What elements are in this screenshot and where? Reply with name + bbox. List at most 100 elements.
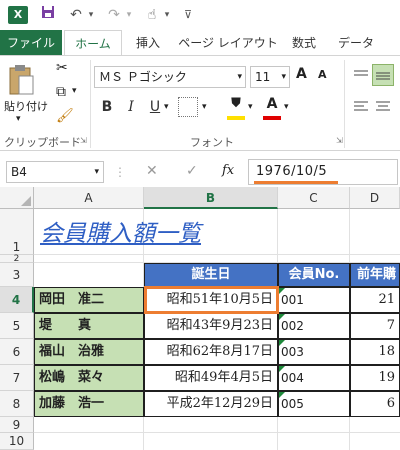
name-box[interactable]: B4 ▾ — [6, 161, 104, 183]
header-member-no[interactable]: 会員No. — [278, 263, 350, 287]
redo-dropdown-icon[interactable]: ▾ — [124, 5, 134, 25]
row-header-4[interactable]: 4 — [0, 287, 34, 313]
tab-file[interactable]: ファイル — [0, 30, 62, 56]
member-no-value: 003 — [281, 345, 304, 359]
align-left-icon[interactable] — [352, 98, 370, 116]
header-last-year-purchase[interactable]: 前年購 — [350, 263, 400, 287]
cell-amount[interactable]: 19 — [350, 365, 400, 391]
fill-color-bar — [227, 116, 245, 120]
cell-birthday[interactable]: 昭和49年4月5日 — [144, 365, 278, 391]
cell-name[interactable]: 岡田 准二 — [34, 287, 144, 313]
clipboard-launcher-icon[interactable]: ⇲ — [80, 136, 87, 145]
fill-color-icon[interactable]: ⛊ — [226, 96, 246, 120]
chevron-down-icon: ▾ — [281, 72, 286, 82]
cell-name[interactable]: 加藤 浩一 — [34, 391, 144, 417]
tab-home[interactable]: ホーム — [64, 30, 122, 56]
insert-function-icon[interactable]: fx — [222, 163, 234, 178]
error-indicator-icon — [279, 288, 285, 294]
column-header-a[interactable]: A — [34, 187, 144, 209]
cancel-icon[interactable]: ✕ — [146, 163, 158, 179]
header-birthday[interactable]: 誕生日 — [144, 263, 278, 287]
font-size-select[interactable]: 11 ▾ — [250, 66, 290, 88]
customize-qat-icon[interactable]: ⊽ — [180, 5, 196, 25]
borders-dropdown-icon[interactable]: ▾ — [202, 102, 207, 112]
touch-dropdown-icon[interactable]: ▾ — [162, 5, 172, 25]
underline-button[interactable]: U — [146, 96, 164, 118]
borders-icon[interactable] — [178, 97, 198, 117]
align-middle-icon[interactable] — [372, 64, 394, 86]
enter-icon[interactable]: ✓ — [186, 163, 198, 179]
font-color-icon[interactable]: A — [262, 96, 282, 120]
cut-icon[interactable]: ✂ — [56, 60, 68, 76]
tab-page-layout[interactable]: ページ レイアウト — [176, 30, 280, 56]
column-header-c[interactable]: C — [278, 187, 350, 209]
font-size-value: 11 — [255, 70, 271, 84]
cell-member-no[interactable]: 004 — [278, 365, 350, 391]
sheet-title[interactable]: 会員購入額一覧 — [40, 209, 201, 255]
font-shrink-icon[interactable]: A — [318, 68, 327, 81]
align-center-icon[interactable] — [374, 98, 392, 116]
cell-name[interactable]: 松嶋 菜々 — [34, 365, 144, 391]
cell-birthday[interactable]: 昭和62年8月17日 — [144, 339, 278, 365]
row-header-2[interactable]: 2 — [0, 255, 34, 264]
member-no-value: 002 — [281, 319, 304, 333]
row-header-3[interactable]: 3 — [0, 263, 34, 287]
ribbon-home: 貼り付け ▾ ✂ ⧉ ▾ 🖌 クリップボード ⇲ ＭＳ Ｐゴシック ▾ 11 ▾… — [0, 55, 400, 151]
cell-name[interactable]: 堤 真 — [34, 313, 144, 339]
redo-icon[interactable]: ↷ — [104, 5, 124, 25]
row-header-5[interactable]: 5 — [0, 313, 34, 339]
font-name-value: ＭＳ Ｐゴシック — [99, 70, 187, 84]
row-header-8[interactable]: 8 — [0, 391, 34, 417]
paste-button-label[interactable]: 貼り付け — [4, 98, 56, 114]
undo-dropdown-icon[interactable]: ▾ — [86, 5, 96, 25]
worksheet-grid[interactable]: A B C D 1 2 3 4 5 6 7 8 9 10 会員購入額一覧 誕生日… — [0, 187, 400, 450]
cell-amount[interactable]: 21 — [350, 287, 400, 313]
cell-birthday[interactable]: 昭和43年9月23日 — [144, 313, 278, 339]
format-painter-icon[interactable]: 🖌 — [56, 108, 74, 124]
font-launcher-icon[interactable]: ⇲ — [336, 136, 343, 145]
column-header-b[interactable]: B — [144, 187, 278, 209]
select-all-corner[interactable] — [0, 187, 34, 209]
paste-icon[interactable] — [8, 62, 38, 98]
cell-member-no[interactable]: 002 — [278, 313, 350, 339]
cell-member-no[interactable]: 003 — [278, 339, 350, 365]
save-icon[interactable] — [38, 5, 58, 25]
member-no-value: 005 — [281, 397, 304, 411]
error-indicator-icon — [279, 366, 285, 372]
cell-birthday[interactable]: 平成2年12月29日 — [144, 391, 278, 417]
cell-amount[interactable]: 6 — [350, 391, 400, 417]
fill-color-dropdown-icon[interactable]: ▾ — [248, 102, 253, 112]
column-header-d[interactable]: D — [350, 187, 400, 209]
cell-amount[interactable]: 7 — [350, 313, 400, 339]
tab-insert[interactable]: 挿入 — [126, 30, 170, 56]
row-header-10[interactable]: 10 — [0, 433, 34, 450]
font-color-letter: A — [266, 96, 278, 112]
row-header-9[interactable]: 9 — [0, 417, 34, 433]
align-top-icon[interactable] — [352, 66, 370, 84]
excel-logo-icon: X — [8, 6, 28, 24]
row-header-7[interactable]: 7 — [0, 365, 34, 391]
cell-amount[interactable]: 18 — [350, 339, 400, 365]
tab-data[interactable]: データ — [332, 30, 380, 56]
cell-member-no[interactable]: 001 — [278, 287, 350, 313]
paste-dropdown-icon[interactable]: ▾ — [16, 114, 21, 124]
ribbon-tabs: ファイル ホーム 挿入 ページ レイアウト 数式 データ — [0, 30, 400, 56]
bold-button[interactable]: B — [98, 96, 116, 118]
tab-formulas[interactable]: 数式 — [284, 30, 324, 56]
formula-value-underline — [254, 181, 338, 184]
touch-mode-icon[interactable]: ☝ — [142, 5, 162, 25]
font-grow-icon[interactable]: A — [296, 66, 307, 82]
member-no-value: 001 — [281, 293, 304, 307]
cell-name[interactable]: 福山 治雅 — [34, 339, 144, 365]
copy-icon[interactable]: ⧉ — [56, 84, 66, 100]
font-name-select[interactable]: ＭＳ Ｐゴシック ▾ — [94, 66, 246, 88]
italic-button[interactable]: I — [122, 96, 140, 118]
underline-dropdown-icon[interactable]: ▾ — [164, 102, 169, 112]
more-dots-icon: ⋮ — [114, 165, 126, 179]
undo-icon[interactable]: ↶ — [66, 5, 86, 25]
row-header-1[interactable]: 1 — [0, 209, 34, 255]
copy-dropdown-icon[interactable]: ▾ — [72, 86, 77, 96]
row-header-6[interactable]: 6 — [0, 339, 34, 365]
cell-member-no[interactable]: 005 — [278, 391, 350, 417]
font-color-dropdown-icon[interactable]: ▾ — [284, 102, 289, 112]
